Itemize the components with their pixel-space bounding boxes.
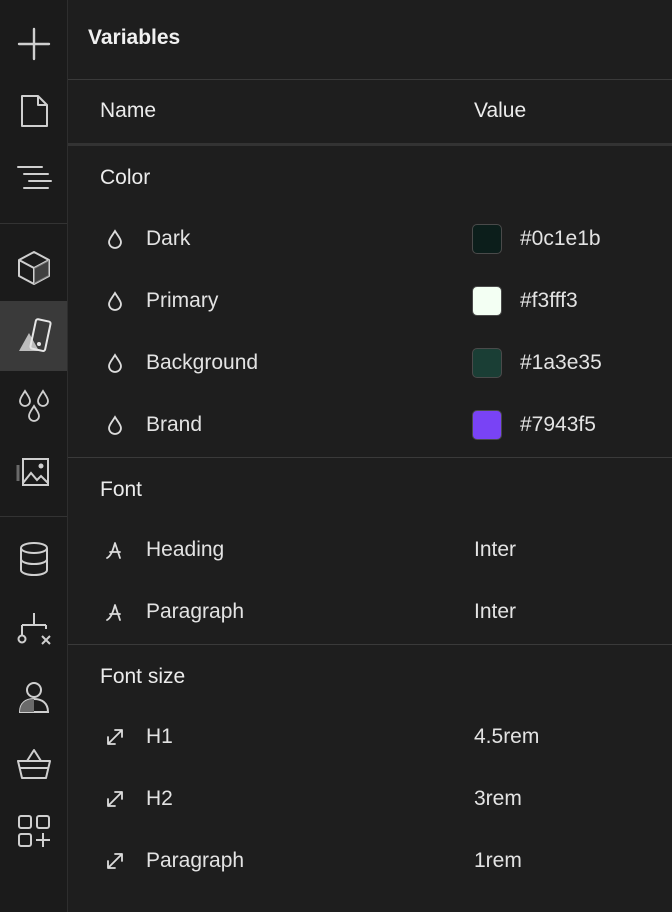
sidebar-divider [0, 516, 67, 517]
variable-name: Primary [146, 289, 219, 312]
color-drop-icon [104, 352, 126, 374]
variable-row[interactable]: Primary #f3fff3 [68, 270, 672, 332]
resize-arrows-icon [104, 788, 126, 810]
variable-name: Background [146, 351, 259, 374]
variable-value: 4.5rem [474, 725, 540, 748]
color-drop-icon [104, 290, 126, 312]
components-icon [17, 251, 50, 285]
logic-button[interactable] [0, 597, 67, 659]
left-toolbar [0, 0, 68, 912]
page-icon [20, 95, 48, 127]
variable-value: Inter [474, 600, 517, 623]
divider [68, 457, 672, 458]
color-swatch[interactable] [472, 224, 502, 254]
plus-icon [17, 27, 50, 61]
divider [68, 79, 672, 80]
variable-row[interactable]: Paragraph Inter [68, 581, 672, 643]
variable-value: Inter [474, 538, 517, 561]
variable-value: #7943f5 [520, 413, 596, 436]
variable-value: #1a3e35 [520, 351, 602, 374]
variable-value: #0c1e1b [520, 227, 601, 250]
color-swatch[interactable] [472, 348, 502, 378]
variable-value: 1rem [474, 849, 522, 872]
pages-button[interactable] [0, 80, 67, 142]
color-drop-icon [104, 414, 126, 436]
apps-icon [17, 815, 50, 847]
users-button[interactable] [0, 665, 67, 727]
panel-title: Variables [88, 26, 181, 49]
divider [68, 644, 672, 645]
cms-icon [19, 542, 48, 577]
variable-name: Heading [146, 538, 225, 561]
color-swatch[interactable] [472, 286, 502, 316]
variable-name: Paragraph [146, 849, 245, 872]
navigator-button[interactable] [0, 148, 67, 210]
variable-row[interactable]: H2 3rem [68, 768, 672, 830]
variable-value: 3rem [474, 787, 522, 810]
assets-button[interactable] [0, 441, 67, 503]
section-title-font: Font [100, 478, 143, 501]
apps-button[interactable] [0, 800, 67, 862]
style-selectors-icon [18, 318, 52, 352]
variable-value: #f3fff3 [520, 289, 578, 312]
variable-name: Paragraph [146, 600, 245, 623]
variable-row[interactable]: Paragraph 1rem [68, 830, 672, 892]
variables-panel: Variables Name Value Color Dark #0c1e1b … [68, 0, 672, 912]
ecommerce-icon [16, 749, 51, 779]
add-elements-button[interactable] [0, 13, 67, 75]
divider [68, 143, 672, 146]
color-swatch[interactable] [472, 410, 502, 440]
column-header-name: Name [100, 99, 157, 122]
ecommerce-button[interactable] [0, 733, 67, 795]
variable-row[interactable]: Heading Inter [68, 519, 672, 581]
color-drop-icon [104, 228, 126, 250]
variable-name: H2 [146, 787, 173, 810]
section-title-font-size: Font size [100, 665, 186, 688]
variable-row[interactable]: Background #1a3e35 [68, 332, 672, 394]
font-icon [104, 539, 126, 561]
font-icon [104, 601, 126, 623]
resize-arrows-icon [104, 726, 126, 748]
column-header-value: Value [474, 99, 527, 122]
components-button[interactable] [0, 237, 67, 299]
resize-arrows-icon [104, 850, 126, 872]
cms-button[interactable] [0, 528, 67, 590]
variable-name: Brand [146, 413, 203, 436]
variable-name: H1 [146, 725, 173, 748]
users-icon [18, 682, 49, 713]
navigator-icon [16, 166, 52, 189]
assets-icon [16, 458, 49, 486]
variables-icon [18, 389, 49, 422]
sidebar-divider [0, 223, 67, 224]
variable-row[interactable]: Brand #7943f5 [68, 394, 672, 456]
style-selectors-button[interactable] [0, 301, 67, 371]
variables-button[interactable] [0, 375, 67, 437]
section-title-color: Color [100, 166, 151, 189]
variable-row[interactable]: H1 4.5rem [68, 706, 672, 768]
variable-name: Dark [146, 227, 191, 250]
variable-row[interactable]: Dark #0c1e1b [68, 208, 672, 270]
logic-icon [17, 613, 51, 645]
